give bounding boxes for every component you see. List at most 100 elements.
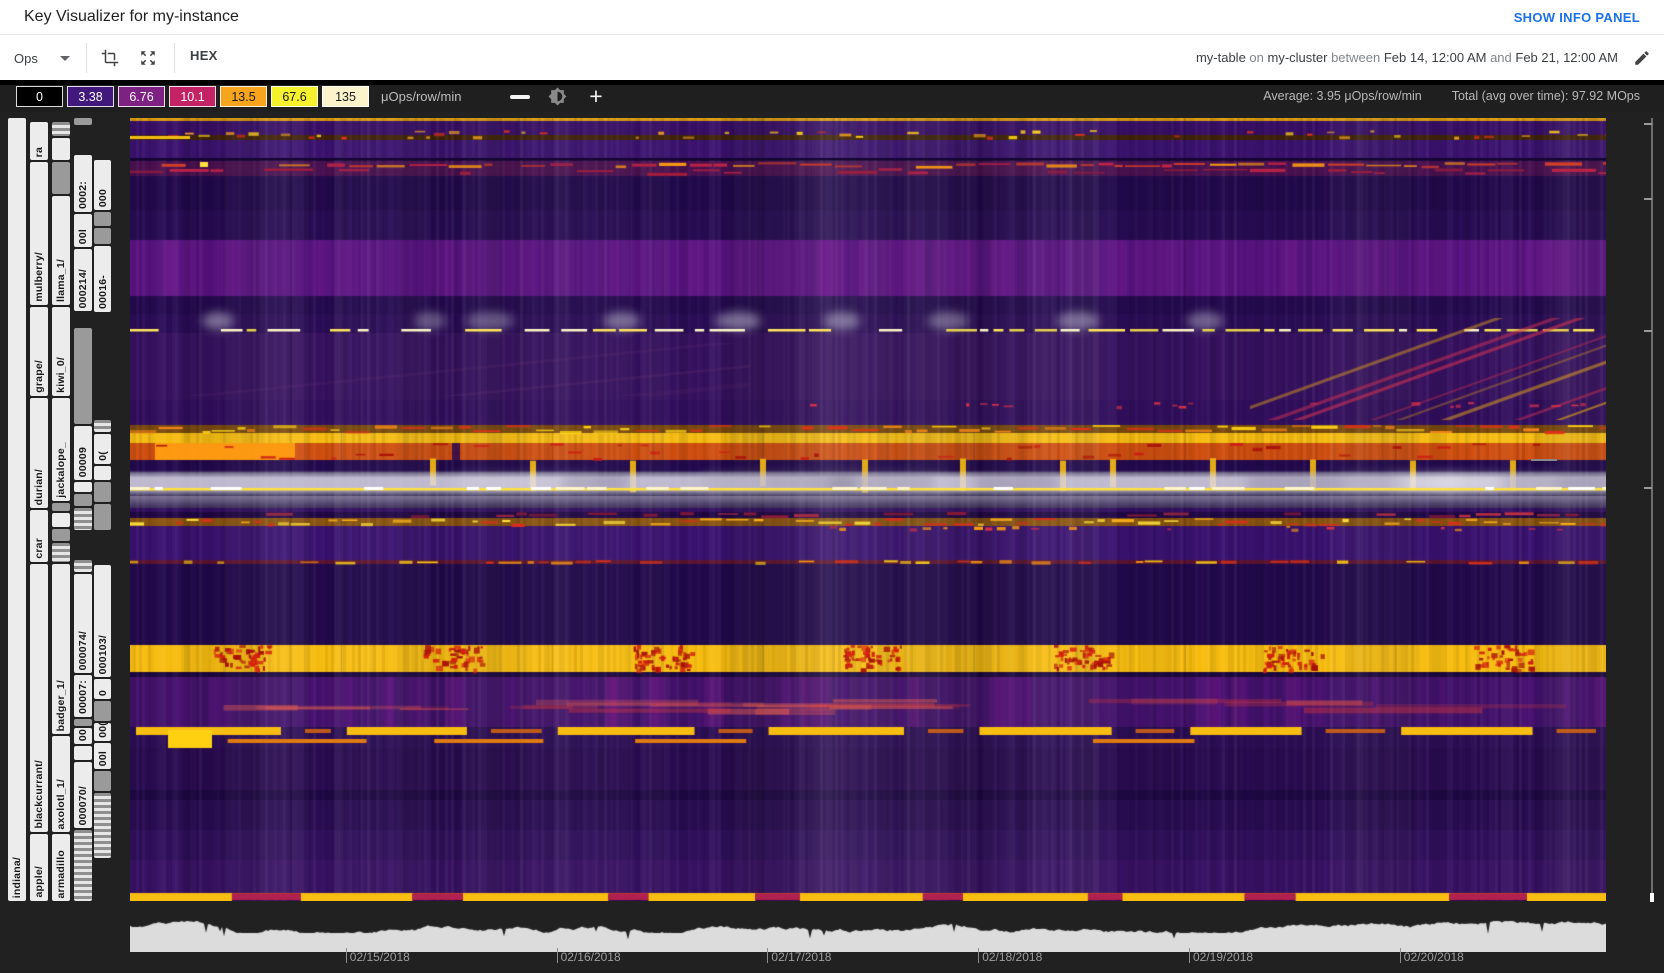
key-range-segment[interactable] [94, 212, 111, 226]
legend-swatch-0: 0 [16, 86, 63, 107]
key-range-segment-ra[interactable]: ra [30, 122, 48, 160]
legend-swatch-135: 135 [322, 86, 369, 107]
key-range-segment-armadillo[interactable]: armadillo [52, 834, 70, 901]
key-range-label: 00 [77, 728, 89, 741]
legend-swatch-3.38: 3.38 [67, 86, 114, 107]
key-range-segment[interactable] [94, 420, 111, 432]
zoom-out-map-icon [141, 51, 155, 65]
key-range-segment[interactable] [52, 138, 70, 160]
key-range-label: 00009 [77, 446, 89, 477]
scope-conn: on [1245, 50, 1268, 65]
key-range-segment-000103[interactable]: 000103/ [94, 565, 111, 677]
contrast-button[interactable] [546, 86, 568, 107]
key-range-segment-000[interactable]: 000 [94, 160, 111, 210]
crop-zoom-button[interactable] [98, 46, 122, 70]
vertical-minimap-scrollbar[interactable] [1651, 118, 1653, 901]
key-range-segment-0[interactable]: 0 [94, 679, 111, 699]
key-range-segment[interactable] [52, 543, 70, 562]
key-range-segment-00l[interactable]: 00l [74, 214, 92, 247]
key-range-segment-grape[interactable]: grape/ [30, 307, 48, 396]
key-range-segment-000074[interactable]: 000074/ [74, 574, 92, 673]
key-range-segment[interactable] [94, 504, 111, 530]
key-range-segment[interactable] [74, 746, 92, 760]
key-range-segment[interactable] [74, 830, 92, 901]
increase-scale-button[interactable]: + [584, 83, 608, 109]
key-range-segment-crar[interactable]: crar [30, 510, 48, 562]
key-range-segment-jackalope_[interactable]: jackalope_ [52, 398, 70, 501]
key-range-segment[interactable] [74, 328, 92, 424]
key-range-segment[interactable] [74, 508, 92, 530]
color-scale-bar: 0 3.38 6.76 10.1 13.5 67.6 135 μOps/row/min + … [0, 80, 1664, 112]
key-range-segment[interactable] [52, 513, 70, 527]
key-range-segment-00007[interactable]: 00007: [74, 675, 92, 717]
key-range-segment[interactable] [94, 771, 111, 791]
page-title: Key Visualizer for my-instance [24, 8, 239, 25]
key-range-segment[interactable] [74, 560, 92, 572]
key-range-segment[interactable] [52, 162, 70, 194]
timeline-tick [1189, 948, 1190, 963]
key-range-segment-00016[interactable]: 00016- [94, 246, 111, 312]
key-range-segment-00009[interactable]: 00009 [74, 426, 92, 480]
timeline-label: 02/17/2018 [771, 950, 832, 964]
key-range-label: 00( [96, 723, 109, 738]
key-range-segment[interactable] [52, 503, 70, 511]
key-range-label: grape/ [33, 360, 45, 393]
timeline-tick [1399, 948, 1401, 963]
hex-toggle-button[interactable]: HEX [190, 48, 218, 63]
key-range-segment-indiana[interactable]: indiana/ [8, 118, 26, 901]
key-range-label: 000103/ [96, 634, 109, 674]
key-range-segment[interactable] [94, 701, 111, 721]
key-range-label: llama_1/ [55, 258, 67, 302]
key-range-segment[interactable] [74, 118, 92, 125]
chevron-down-icon [59, 55, 70, 61]
scope-table: my-table [1195, 50, 1246, 65]
scrollbar-handle-dash[interactable] [1531, 459, 1557, 461]
key-range-segment-0002[interactable]: 0002: [74, 155, 92, 212]
key-range-label: axolotl_1/ [55, 778, 67, 829]
key-range-segment-apple[interactable]: apple/ [30, 834, 48, 901]
key-range-segment[interactable] [94, 793, 111, 858]
toolbar: Ops HEX my-table on my-cluster between F… [0, 35, 1664, 81]
scope-start-time: Feb 14, 12:00 AM [1383, 50, 1487, 65]
key-range-segment[interactable] [94, 228, 111, 244]
key-range-segment[interactable] [52, 529, 70, 541]
key-range-segment-000214[interactable]: 000214/ [74, 249, 92, 311]
key-range-segment[interactable] [52, 122, 70, 136]
key-range-segment-00[interactable]: 00( [94, 723, 111, 741]
timeline-tick [978, 948, 980, 963]
decrease-scale-button[interactable] [508, 86, 532, 107]
activity-scrubber[interactable] [130, 918, 1606, 952]
expand-view-button[interactable] [136, 46, 160, 70]
edit-scope-button[interactable] [1630, 46, 1654, 70]
scrollbar-tick [1644, 487, 1652, 489]
key-range-segment-kiwi_0[interactable]: kiwi_0/ [52, 307, 70, 396]
key-range-segment-axolotl_1[interactable]: axolotl_1/ [52, 736, 70, 832]
timeline-label: 02/16/2018 [560, 950, 621, 964]
scrollbar-tick [1644, 123, 1652, 125]
key-range-segment[interactable] [74, 482, 92, 492]
heatmap-canvas[interactable] [130, 118, 1606, 901]
key-range-segment-00[interactable]: 00 [74, 728, 92, 744]
vertical-scrollbar-thumb[interactable] [1650, 893, 1654, 902]
toolbar-divider [86, 43, 87, 73]
key-range-label: durian/ [33, 468, 45, 505]
key-range-segment[interactable] [74, 719, 92, 726]
key-range-segment-mulberry[interactable]: mulberry/ [30, 162, 48, 305]
key-range-segment[interactable] [94, 482, 111, 502]
key-range-segment-00l[interactable]: 00l [94, 743, 111, 769]
show-info-panel-button[interactable]: SHOW INFO PANEL [1514, 10, 1640, 25]
key-range-segment-0[interactable]: 0( [94, 434, 111, 464]
key-range-segment[interactable] [94, 466, 111, 480]
key-range-segment-badger_1[interactable]: badger_1/ [52, 564, 70, 734]
key-range-segment-llama_1[interactable]: llama_1/ [52, 196, 70, 305]
key-range-label: apple/ [33, 866, 45, 898]
app-header: Key Visualizer for my-instance SHOW INFO… [0, 0, 1664, 35]
key-range-segment-000070[interactable]: 000070/ [74, 762, 92, 828]
metric-selector-dropdown[interactable]: Ops [14, 47, 70, 69]
key-range-segment-blackcurrant[interactable]: blackcurrant/ [30, 564, 48, 832]
key-range-segment[interactable] [74, 494, 92, 506]
key-range-label: 00007: [77, 680, 89, 714]
crop-icon [101, 49, 119, 67]
key-range-segment-durian[interactable]: durian/ [30, 398, 48, 508]
timeline-tick [345, 948, 347, 963]
